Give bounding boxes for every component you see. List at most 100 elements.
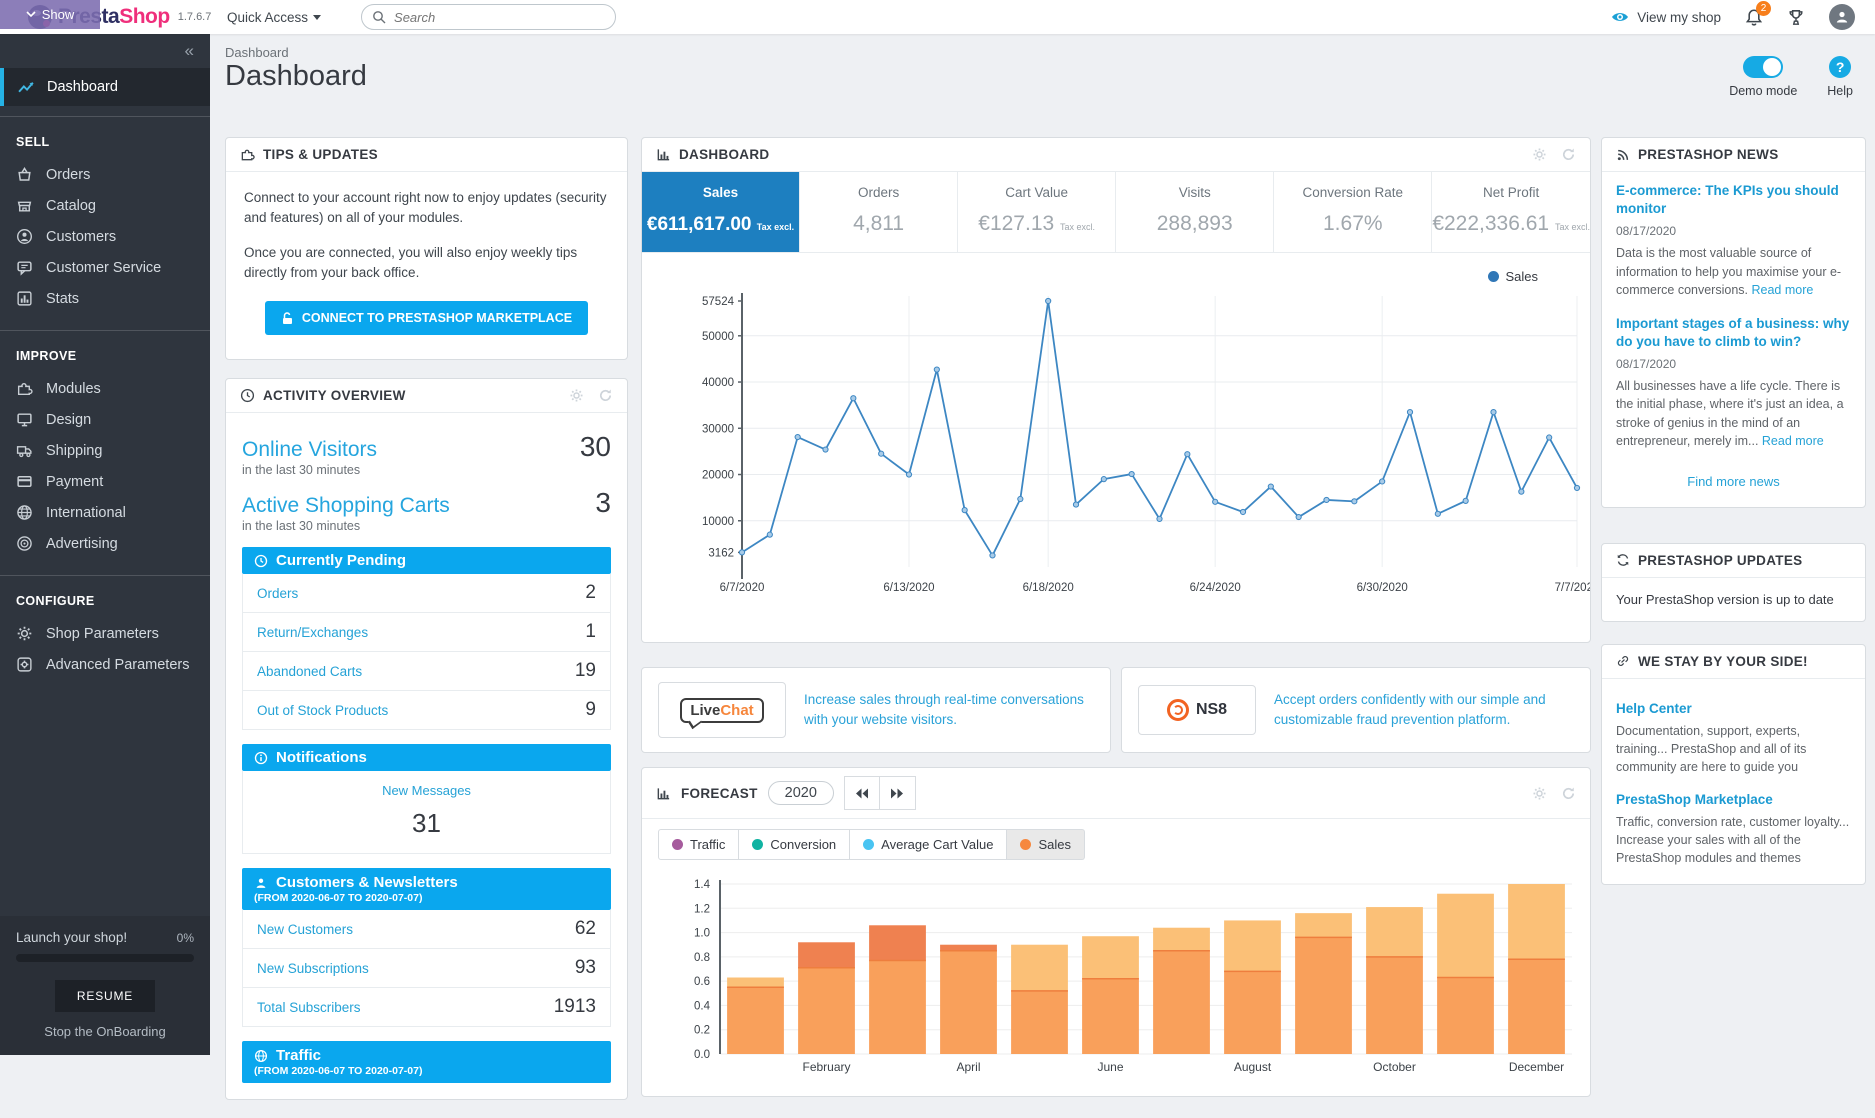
panel-refresh-button[interactable] [1561,147,1576,162]
forecast-year-pill[interactable]: 2020 [768,781,834,805]
livechat-promo-link[interactable]: Increase sales through real-time convers… [786,690,1094,731]
legend-button-conversion[interactable]: Conversion [739,829,850,860]
demo-mode-toggle[interactable] [1743,56,1783,78]
view-my-shop-button[interactable]: View my shop [1611,10,1721,25]
sidebar-item-label: Orders [46,167,90,183]
kpi-tab-sales[interactable]: Sales €611,617.00 Tax excl. [642,172,800,252]
user-icon [1834,9,1850,25]
header-tools: Demo mode ? Help [1729,56,1853,98]
show-overlay-button[interactable]: Show [0,0,100,29]
achievements-button[interactable] [1787,8,1805,27]
panel-settings-button[interactable] [569,388,584,403]
section-title: Notifications [276,749,367,766]
article-date: 08/17/2020 [1616,224,1851,238]
sidebar-item-label: Modules [46,381,101,397]
sidebar-item-modules[interactable]: Modules [0,373,210,404]
sidebar-item-advanced-parameters[interactable]: Advanced Parameters [0,649,210,680]
panel-refresh-button[interactable] [598,388,613,403]
panel-settings-button[interactable] [1532,786,1547,801]
read-more-link[interactable]: Read more [1751,283,1813,297]
out-of-stock-link[interactable]: Out of Stock Products [257,703,388,718]
svg-text:0.2: 0.2 [694,1025,710,1037]
find-more-news-link[interactable]: Find more news [1616,466,1851,493]
sidebar-section-sell: SELL [0,117,210,159]
updates-panel: PRESTASHOP UPDATES Your PrestaShop versi… [1601,543,1866,622]
total-subscribers-link[interactable]: Total Subscribers [257,1000,361,1015]
onboarding-title: Launch your shop! [16,930,127,945]
sidebar-item-orders[interactable]: Orders [0,159,210,190]
panel-refresh-button[interactable] [1561,786,1576,801]
link-icon [1616,654,1630,668]
livechat-promo: LiveChat Increase sales through real-tim… [641,667,1111,753]
tips-paragraph: Once you are connected, you will also en… [244,243,609,284]
kpi-label: Net Profit [1432,185,1590,200]
forecast-legend: Traffic Conversion Average Cart Value Sa… [658,829,1590,860]
svg-text:50000: 50000 [702,331,734,343]
svg-text:0.0: 0.0 [694,1049,710,1061]
previous-year-button[interactable] [844,776,880,810]
sidebar-item-shipping[interactable]: Shipping [0,435,210,466]
pending-returns-link[interactable]: Return/Exchanges [257,625,368,640]
left-column: TIPS & UPDATES Connect to your account r… [225,137,628,1118]
person-icon [16,228,33,245]
legend-button-average-cart-value[interactable]: Average Cart Value [850,829,1007,860]
help-icon[interactable]: ? [1829,56,1851,78]
sidebar-item-design[interactable]: Design [0,404,210,435]
sidebar-item-shop-parameters[interactable]: Shop Parameters [0,618,210,649]
next-year-button[interactable] [880,776,916,810]
new-messages-link[interactable]: New Messages [243,783,610,798]
chevron-down-icon [26,11,36,18]
article-title-link[interactable]: E-commerce: The KPIs you should monitor [1616,182,1851,218]
sidebar-item-advertising[interactable]: Advertising [0,528,210,559]
ns8-logo-text: NS8 [1196,701,1227,719]
online-visitors-link[interactable]: Online Visitors [242,438,377,462]
sidebar-item-customers[interactable]: Customers [0,221,210,252]
kpi-tab-net-profit[interactable]: Net Profit €222,336.61 Tax excl. [1432,172,1590,252]
connect-marketplace-button[interactable]: CONNECT TO PRESTASHOP MARKETPLACE [265,301,588,335]
line-chart-svg: 57524500004000030000200001000031626/7/20… [642,259,1590,629]
credit-card-icon [16,473,33,490]
pending-returns-value: 1 [585,621,596,643]
sidebar-item-customer-service[interactable]: Customer Service [0,252,210,283]
sidebar-item-international[interactable]: International [0,497,210,528]
legend-button-sales[interactable]: Sales [1007,829,1085,860]
sidebar-item-label: Stats [46,291,79,307]
kpi-value: €222,336.61 [1432,212,1549,235]
resume-button[interactable]: RESUME [55,980,155,1012]
new-subscriptions-link[interactable]: New Subscriptions [257,961,369,976]
sidebar-item-dashboard[interactable]: Dashboard [0,68,210,106]
pending-orders-link[interactable]: Orders [257,586,298,601]
breadcrumb[interactable]: Dashboard [225,45,289,60]
search-input[interactable] [394,10,605,25]
read-more-link[interactable]: Read more [1762,434,1824,448]
avatar[interactable] [1829,4,1855,30]
quick-access-menu[interactable]: Quick Access [227,10,321,25]
kpi-tab-orders[interactable]: Orders 4,811 [800,172,958,252]
panel-title: DASHBOARD [679,147,769,162]
legend-button-traffic[interactable]: Traffic [658,829,739,860]
notifications-button[interactable]: 2 [1745,8,1763,27]
stop-onboarding-link[interactable]: Stop the OnBoarding [16,1024,194,1039]
ns8-promo-link[interactable]: Accept orders confidently with our simpl… [1256,690,1574,731]
kpi-tab-conversion-rate[interactable]: Conversion Rate 1.67% [1274,172,1432,252]
kpi-tab-visits[interactable]: Visits 288,893 [1116,172,1274,252]
active-carts-link[interactable]: Active Shopping Carts [242,494,450,518]
sidebar-item-payment[interactable]: Payment [0,466,210,497]
traffic-header: Traffic (FROM 2020-06-07 TO 2020-07-07) [242,1041,611,1083]
panel-settings-button[interactable] [1532,147,1547,162]
sidebar-collapse-button[interactable]: « [0,34,210,68]
abandoned-carts-link[interactable]: Abandoned Carts [257,664,362,679]
list-item: Abandoned Carts19 [243,652,610,691]
sidebar-item-stats[interactable]: Stats [0,283,210,314]
new-customers-link[interactable]: New Customers [257,922,353,937]
marketplace-link[interactable]: PrestaShop Marketplace [1616,792,1851,807]
panel-title: TIPS & UPDATES [263,147,378,162]
svg-text:December: December [1509,1060,1564,1074]
list-item: New Subscriptions93 [243,949,610,988]
article-title-link[interactable]: Important stages of a business: why do y… [1616,315,1851,351]
help-center-link[interactable]: Help Center [1616,701,1851,716]
notification-badge: 2 [1756,1,1771,16]
kpi-tab-cart-value[interactable]: Cart Value €127.13 Tax excl. [958,172,1116,252]
dashboard-panel: DASHBOARD Sales €611,617.00 Tax excl. Or… [641,137,1591,643]
sidebar-item-catalog[interactable]: Catalog [0,190,210,221]
